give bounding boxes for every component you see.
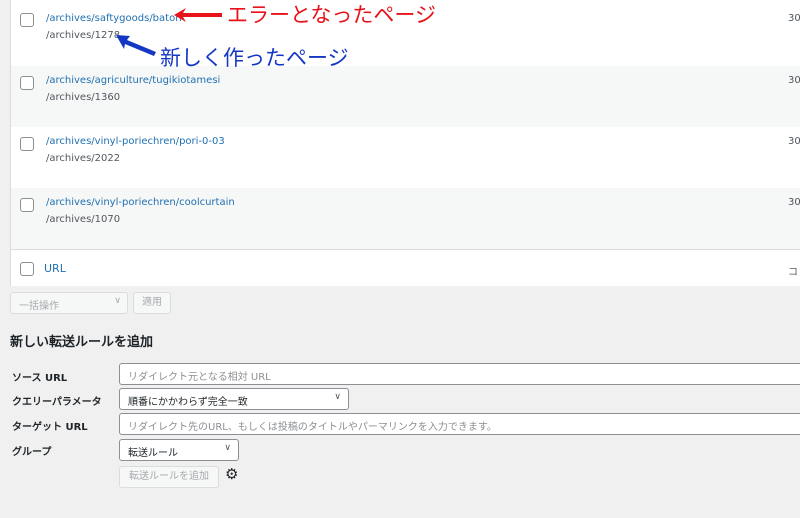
add-rule-button[interactable]: 転送ルールを追加 <box>119 466 219 488</box>
http-code: 30 <box>788 197 800 208</box>
query-params-value: 順番にかかわらず完全一致 <box>128 397 248 408</box>
bulk-action-label: 一括操作 <box>19 301 59 312</box>
select-all-checkbox[interactable] <box>20 262 34 276</box>
http-code: 30 <box>788 13 800 24</box>
chevron-down-icon: ∨ <box>114 296 121 306</box>
gear-icon[interactable]: ⚙ <box>225 465 238 483</box>
row-checkbox[interactable] <box>20 198 34 212</box>
group-select[interactable]: 転送ルール ∨ <box>119 439 239 461</box>
group-value: 転送ルール <box>128 448 178 459</box>
chevron-down-icon: ∨ <box>224 443 231 453</box>
http-code: 30 <box>788 75 800 86</box>
table-footer-row: URL コ <box>11 249 800 286</box>
target-url: /archives/1278 <box>46 30 121 41</box>
bulk-action-select[interactable]: 一括操作 ∨ <box>10 292 128 314</box>
source-url-link[interactable]: /archives/agriculture/tugikiotamesi <box>46 75 220 86</box>
blue-arrow-icon <box>116 35 156 56</box>
table-row: /archives/vinyl-poriechren/coolcurtain /… <box>11 188 800 249</box>
query-params-select[interactable]: 順番にかかわらず完全一致 ∨ <box>119 388 349 410</box>
row-checkbox[interactable] <box>20 13 34 27</box>
table-row: /archives/vinyl-poriechren/pori-0-03 /ar… <box>11 127 800 188</box>
target-url: /archives/1360 <box>46 92 121 103</box>
query-params-label: クエリーパラメータ <box>12 397 102 408</box>
group-label: グループ <box>12 447 52 458</box>
red-arrow-icon <box>174 8 222 22</box>
new-page-annotation: 新しく作ったページ <box>160 46 349 70</box>
error-page-annotation: エラーとなったページ <box>227 3 436 27</box>
chevron-down-icon: ∨ <box>334 392 341 402</box>
row-checkbox[interactable] <box>20 137 34 151</box>
target-url-label: ターゲット URL <box>12 422 88 433</box>
target-url: /archives/1070 <box>46 214 121 225</box>
target-url-input[interactable]: リダイレクト先のURL、もしくは投稿のタイトルやパーマリンクを入力できます。 <box>119 413 800 435</box>
source-url-input[interactable]: リダイレクト元となる相対 URL <box>119 363 800 385</box>
http-code: 30 <box>788 136 800 147</box>
table-row: /archives/agriculture/tugikiotamesi /arc… <box>11 66 800 127</box>
row-checkbox[interactable] <box>20 76 34 90</box>
source-url-label: ソース URL <box>12 373 68 384</box>
source-url-link[interactable]: /archives/vinyl-poriechren/pori-0-03 <box>46 136 225 147</box>
apply-button[interactable]: 適用 <box>133 292 171 314</box>
source-url-link[interactable]: /archives/vinyl-poriechren/coolcurtain <box>46 197 235 208</box>
add-rule-title: 新しい転送ルールを追加 <box>10 335 154 350</box>
source-url-link[interactable]: /archives/saftygoods/baton <box>46 13 182 24</box>
target-url: /archives/2022 <box>46 153 121 164</box>
column-header-url[interactable]: URL <box>44 262 66 275</box>
column-header-code[interactable]: コ <box>788 263 798 278</box>
